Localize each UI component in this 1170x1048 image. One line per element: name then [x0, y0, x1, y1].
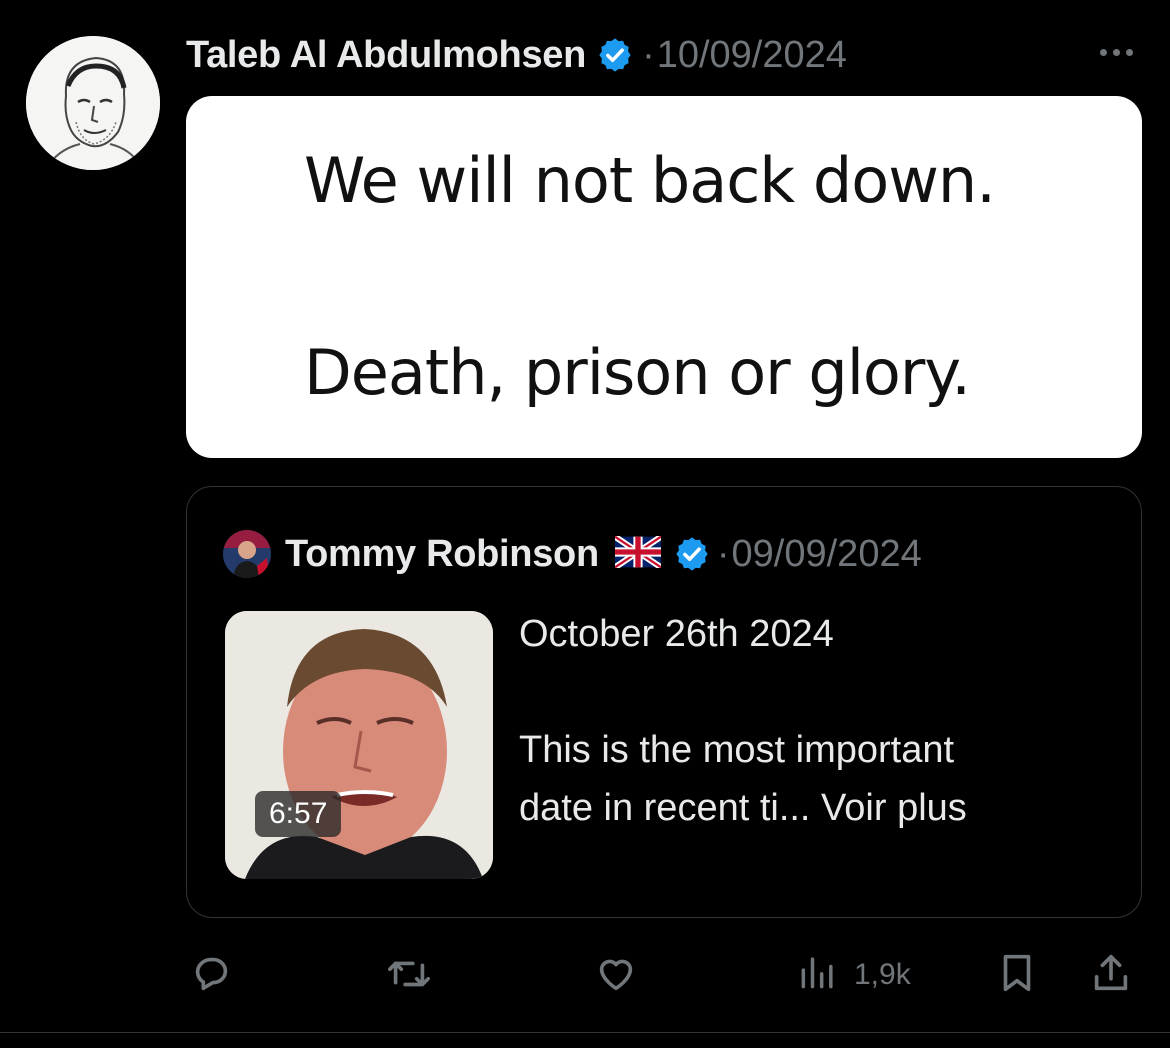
- views-button[interactable]: 1,9k: [796, 950, 911, 999]
- reply-icon[interactable]: [188, 950, 234, 996]
- quoted-author-name[interactable]: Tommy Robinson: [285, 533, 599, 576]
- action-bar: 1,9k: [0, 940, 1170, 1004]
- video-thumbnail-image: [225, 611, 493, 879]
- author-name[interactable]: Taleb Al Abdulmohsen: [186, 34, 586, 77]
- image-text-line-1: We will not back down.: [304, 144, 996, 217]
- quoted-tweet[interactable]: Tommy Robinson · 09/09/2024 6:57 October…: [186, 486, 1142, 918]
- retweet-icon[interactable]: [384, 950, 434, 996]
- more-options-icon[interactable]: [1092, 38, 1140, 66]
- tweet-date[interactable]: 10/09/2024: [657, 34, 847, 77]
- quoted-date[interactable]: 09/09/2024: [732, 533, 922, 576]
- share-icon[interactable]: [1088, 950, 1134, 996]
- views-count: 1,9k: [854, 957, 911, 991]
- separator-dot: ·: [642, 33, 655, 76]
- like-icon[interactable]: [592, 950, 640, 996]
- tweet-header: Taleb Al Abdulmohsen · 10/09/2024: [186, 30, 847, 80]
- divider: [0, 1032, 1170, 1033]
- quoted-tweet-header: Tommy Robinson · 09/09/2024: [223, 523, 922, 585]
- image-text-line-2: Death, prison or glory.: [304, 336, 971, 409]
- quoted-text-line-1: October 26th 2024: [519, 613, 834, 655]
- avatar-sketch-image: [26, 36, 160, 170]
- quoted-text-line-2: This is the most important: [519, 729, 955, 771]
- quoted-text-line-3[interactable]: date in recent ti... Voir plus: [519, 779, 1119, 837]
- tweet-image[interactable]: We will not back down. Death, prison or …: [186, 96, 1142, 458]
- views-icon: [796, 950, 840, 999]
- quoted-verified-badge-icon: [673, 535, 711, 578]
- quoted-separator-dot: ·: [716, 532, 730, 575]
- quoted-tweet-text: October 26th 2024 This is the most impor…: [519, 605, 1119, 837]
- uk-flag-icon: [613, 533, 663, 573]
- video-thumbnail[interactable]: 6:57: [225, 611, 493, 879]
- quoted-author-avatar: [223, 530, 271, 578]
- author-avatar[interactable]: [26, 36, 160, 170]
- verified-badge-icon: [596, 36, 634, 79]
- bookmark-icon[interactable]: [994, 950, 1040, 996]
- video-duration-badge: 6:57: [255, 791, 342, 837]
